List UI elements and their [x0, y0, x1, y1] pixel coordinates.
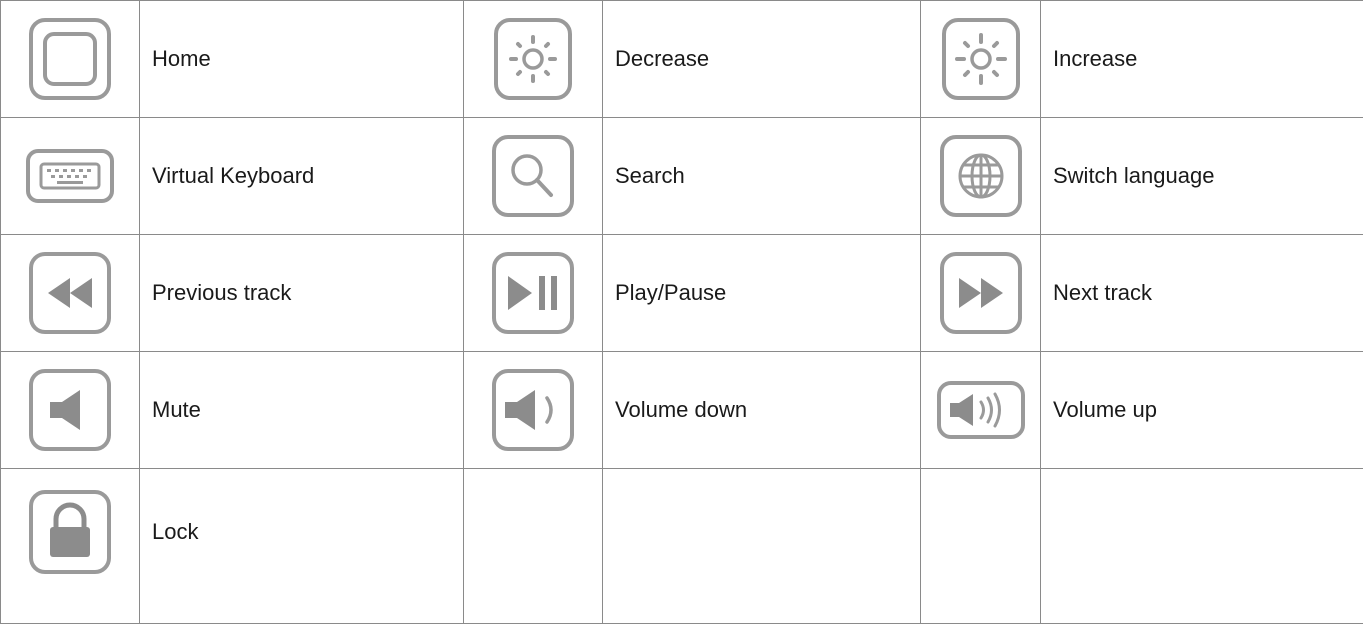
- mute-icon: [28, 368, 112, 452]
- previous-track-icon: [28, 251, 112, 335]
- empty-cell: [1041, 469, 1363, 624]
- keyboard-icon: [25, 148, 115, 204]
- label-volume-up: Volume up: [1041, 352, 1363, 469]
- label-switch-language: Switch language: [1041, 118, 1363, 235]
- label-play-pause: Play/Pause: [603, 235, 921, 352]
- brightness-decrease-icon: [493, 17, 573, 101]
- table-row: Previous track Play/Pause Nex: [1, 235, 1363, 352]
- icon-cell: [464, 118, 603, 235]
- table-row: Mute Volume down: [1, 352, 1363, 469]
- icon-legend-table: Home: [0, 0, 1363, 624]
- table-row: Home: [1, 1, 1363, 118]
- icon-cell: [921, 1, 1041, 118]
- label-next-track: Next track: [1041, 235, 1363, 352]
- icon-cell: [464, 235, 603, 352]
- empty-cell: [603, 469, 921, 624]
- icon-cell: [1, 352, 140, 469]
- label-previous-track: Previous track: [140, 235, 464, 352]
- label-home: Home: [140, 1, 464, 118]
- home-icon: [28, 17, 112, 101]
- lock-icon: [28, 489, 112, 575]
- icon-cell: [1, 469, 140, 624]
- icon-cell: [921, 352, 1041, 469]
- volume-down-icon: [491, 368, 575, 452]
- play-pause-icon: [491, 251, 575, 335]
- label-virtual-keyboard: Virtual Keyboard: [140, 118, 464, 235]
- icon-cell: [464, 352, 603, 469]
- brightness-increase-icon: [941, 17, 1021, 101]
- icon-cell: [1, 118, 140, 235]
- search-icon: [491, 134, 575, 218]
- label-lock: Lock: [140, 469, 464, 624]
- globe-icon: [939, 134, 1023, 218]
- volume-up-icon: [936, 380, 1026, 440]
- label-increase: Increase: [1041, 1, 1363, 118]
- label-search: Search: [603, 118, 921, 235]
- label-volume-down: Volume down: [603, 352, 921, 469]
- empty-cell: [921, 469, 1041, 624]
- empty-cell: [464, 469, 603, 624]
- table-row: Virtual Keyboard Search: [1, 118, 1363, 235]
- label-mute: Mute: [140, 352, 464, 469]
- label-decrease: Decrease: [603, 1, 921, 118]
- icon-cell: [464, 1, 603, 118]
- next-track-icon: [939, 251, 1023, 335]
- icon-cell: [921, 235, 1041, 352]
- icon-cell: [1, 235, 140, 352]
- table-row: Lock: [1, 469, 1363, 624]
- icon-cell: [921, 118, 1041, 235]
- icon-cell: [1, 1, 140, 118]
